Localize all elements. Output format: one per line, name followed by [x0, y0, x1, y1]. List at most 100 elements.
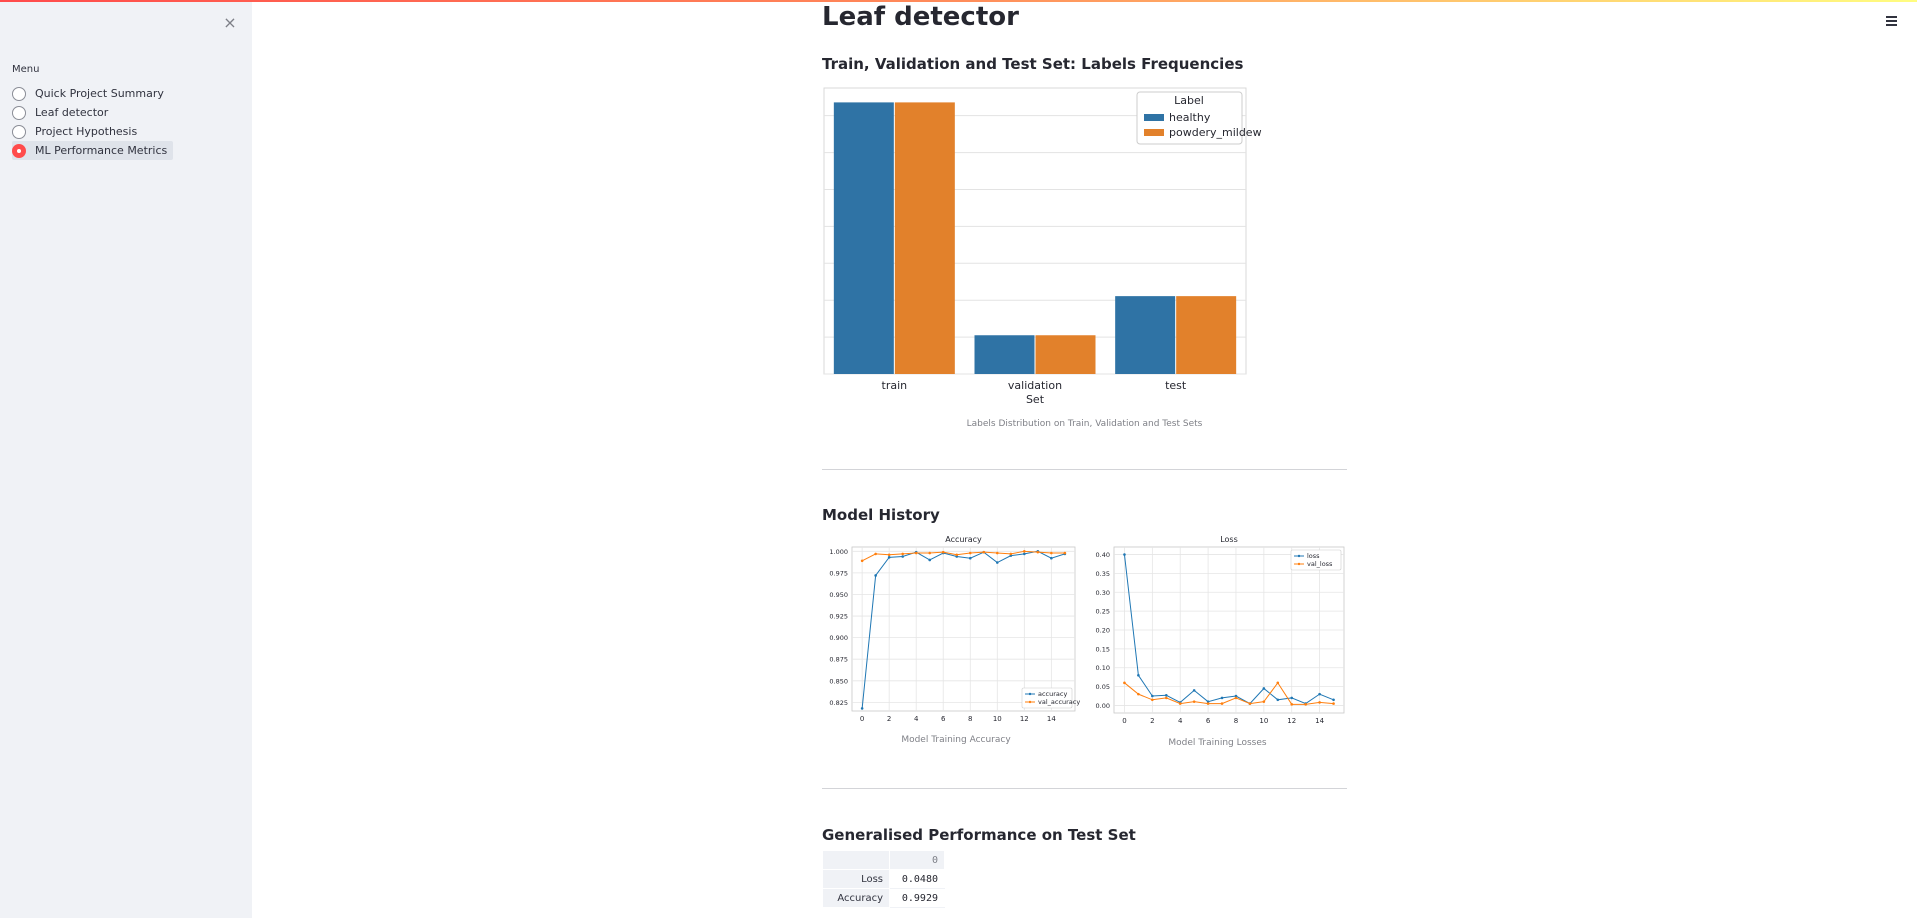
point-loss: [1276, 698, 1280, 702]
close-sidebar-icon[interactable]: ×: [222, 14, 238, 32]
point-val_accuracy: [901, 552, 904, 556]
legend-label-loss: loss: [1307, 552, 1320, 560]
x-tick-label: 4: [1178, 717, 1183, 723]
chart-title: Accuracy: [945, 535, 982, 544]
x-tick-label: 8: [1234, 717, 1238, 723]
chart-legend: accuracyval_accuracy: [1021, 687, 1080, 709]
accuracy-line-chart: Accuracy 0 2 4 6 8 10 12 14 0.825 0.850 0.875 0.900 0…: [829, 535, 1080, 723]
y-tick-label: 0.25: [1096, 608, 1110, 616]
point-val_accuracy: [1050, 551, 1053, 555]
point-loss: [1123, 553, 1126, 556]
x-tick-label: 0: [1122, 717, 1126, 723]
point-accuracy: [860, 707, 864, 710]
x-tick-label: train: [882, 379, 908, 392]
point-val_accuracy: [995, 551, 999, 555]
point-val_accuracy: [887, 553, 891, 557]
legend-label-healthy: healthy: [1169, 111, 1211, 124]
hamburger-icon[interactable]: [1884, 12, 1900, 28]
table-cell-value: 0.0480: [889, 869, 945, 889]
y-tick-label: 0.05: [1096, 683, 1110, 691]
point-val_accuracy: [1009, 552, 1013, 556]
point-val_loss: [1151, 698, 1154, 702]
bar-healthy-test: [1115, 296, 1176, 374]
menu-label: Menu: [12, 64, 40, 75]
menu-item-label: ML Performance Metrics: [35, 144, 168, 157]
legend-title: Label: [1174, 94, 1204, 107]
menu-item-quick-project-summary[interactable]: Quick Project Summary: [12, 84, 173, 103]
x-tick-label: 12: [1020, 715, 1029, 723]
y-tick-label: 0.15: [1096, 645, 1110, 653]
point-val_loss: [1123, 681, 1126, 685]
chart-title: Loss: [1220, 535, 1238, 544]
y-tick-label: 1.000: [829, 548, 848, 556]
point-val_accuracy: [982, 550, 986, 554]
x-tick-label: 0: [860, 715, 864, 723]
point-val_accuracy: [874, 552, 877, 556]
menu-item-label: Project Hypothesis: [35, 125, 138, 138]
point-loss: [1332, 698, 1335, 702]
bar-powdery_mildew-train: [894, 102, 955, 374]
x-tick-label: validation: [1008, 379, 1062, 392]
point-accuracy: [928, 558, 932, 562]
x-tick-label: 10: [1259, 717, 1268, 723]
loss-line-chart: Loss 0 2 4 6 8 10 12 14 0.00 0.05 0.10 0.15 0.20 0.25 0…: [1096, 535, 1345, 723]
point-val_accuracy: [928, 551, 932, 555]
y-tick-label: 0.875: [829, 656, 848, 664]
point-loss: [1192, 689, 1196, 692]
point-accuracy: [887, 556, 891, 559]
point-val_loss: [1206, 702, 1210, 705]
point-val_loss: [1248, 702, 1252, 705]
point-val_loss: [1178, 702, 1182, 705]
menu-item-project-hypothesis[interactable]: Project Hypothesis: [12, 122, 173, 141]
point-val_accuracy: [941, 550, 945, 554]
table-row-label: Accuracy: [822, 888, 890, 908]
menu-item-leaf-detector[interactable]: Leaf detector: [12, 103, 173, 122]
section-divider: [822, 788, 1347, 789]
y-tick-label: 0.00: [1096, 702, 1110, 710]
radio-selected-icon[interactable]: [12, 143, 26, 158]
point-accuracy: [1023, 552, 1026, 556]
bar-healthy-validation: [974, 335, 1035, 374]
y-tick-label: 0.925: [829, 613, 848, 621]
legend-marker-accuracy: [1028, 692, 1032, 696]
table-header-row: 0: [822, 850, 945, 870]
table-row-label: Loss: [822, 869, 890, 889]
radio-icon[interactable]: [12, 105, 26, 120]
point-accuracy: [901, 555, 904, 558]
point-loss: [1151, 694, 1154, 698]
x-tick-label: 4: [914, 715, 919, 723]
radio-icon[interactable]: [12, 86, 26, 101]
chart-legend: lossval_loss: [1290, 549, 1342, 571]
radio-icon[interactable]: [12, 124, 26, 139]
menu-radio-group: Quick Project Summary Leaf detector Proj…: [12, 84, 174, 160]
point-val_loss: [1234, 696, 1238, 700]
section-heading-model-history: Model History: [822, 506, 940, 524]
y-tick-label: 0.35: [1096, 570, 1110, 578]
menu-item-ml-performance-metrics[interactable]: ML Performance Metrics: [12, 141, 174, 160]
point-val_accuracy: [968, 551, 972, 555]
x-tick-label: test: [1165, 379, 1187, 392]
y-tick-label: 0.10: [1096, 664, 1110, 672]
x-tick-label: 8: [968, 715, 972, 723]
legend-swatch-healthy: [1144, 114, 1164, 121]
page-title: Leaf detector: [822, 2, 1019, 32]
point-val_accuracy: [1023, 550, 1026, 553]
x-tick-label: 6: [941, 715, 946, 723]
legend-swatch-powdery_mildew: [1144, 129, 1164, 136]
bar-powdery_mildew-validation: [1035, 335, 1096, 374]
point-loss: [1262, 687, 1266, 690]
point-val_accuracy: [914, 551, 918, 555]
bar-powdery_mildew-test: [1176, 296, 1237, 374]
x-tick-label: 14: [1047, 715, 1056, 723]
section-heading-generalised-performance: Generalised Performance on Test Set: [822, 826, 1136, 844]
point-val_loss: [1164, 696, 1168, 700]
y-tick-label: 0.20: [1096, 627, 1110, 635]
legend-label-val_loss: val_loss: [1307, 560, 1333, 568]
x-tick-label: 2: [1150, 717, 1154, 723]
legend-label-val_accuracy: val_accuracy: [1038, 698, 1080, 706]
point-accuracy: [874, 574, 877, 577]
legend-marker-val_loss: [1297, 562, 1301, 566]
point-accuracy: [968, 556, 972, 560]
point-val_loss: [1332, 702, 1335, 705]
point-val_accuracy: [860, 559, 864, 563]
